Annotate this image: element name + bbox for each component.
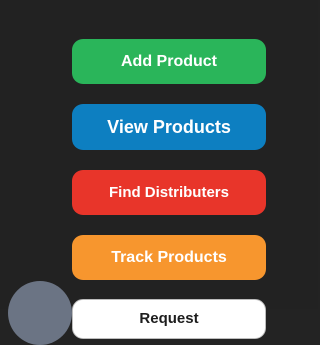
find-distributers-button[interactable]: Find Distributers [72, 170, 266, 215]
view-products-button[interactable]: View Products [72, 104, 266, 150]
add-product-button[interactable]: Add Product [72, 39, 266, 84]
request-button[interactable]: Request [72, 299, 266, 339]
track-products-button[interactable]: Track Products [72, 235, 266, 280]
avatar[interactable] [8, 281, 72, 345]
app-panel: Add Product View Products Find Distribut… [0, 0, 318, 345]
